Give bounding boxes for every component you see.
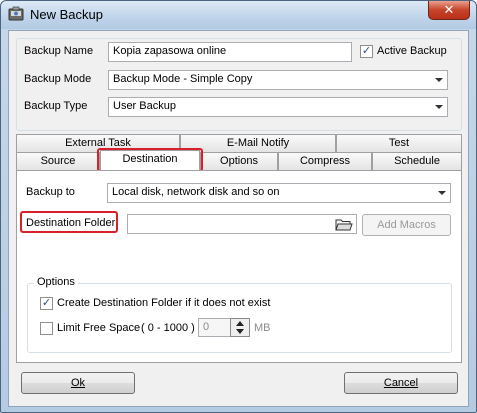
tab-label: Test — [388, 137, 410, 149]
limit-range-label: ( 0 - 1000 ) — [141, 322, 195, 334]
general-settings-group: Backup Name Kopia zapasowa online ✓ Acti… — [16, 38, 462, 131]
backup-name-label: Backup Name — [24, 45, 94, 57]
limit-value: 0 — [203, 321, 210, 333]
add-macros-label: Add Macros — [377, 219, 436, 231]
destination-panel: Backup to Local disk, network disk and s… — [16, 170, 462, 363]
create-folder-checkbox[interactable]: ✓ — [40, 297, 53, 310]
tab-options[interactable]: Options — [200, 152, 278, 170]
window: New Backup ✕ Backup Name Kopia zapasowa … — [0, 0, 477, 413]
close-icon: ✕ — [443, 2, 455, 17]
limit-value-input[interactable]: 0 — [198, 318, 234, 337]
tab-label: E-Mail Notify — [226, 137, 290, 149]
tab-label: Schedule — [394, 155, 440, 167]
tab-compress[interactable]: Compress — [278, 152, 372, 170]
ok-button[interactable]: Ok — [21, 372, 135, 394]
destination-folder-input[interactable] — [127, 214, 357, 234]
tab-source[interactable]: Source — [16, 152, 100, 170]
cancel-button[interactable]: Cancel — [344, 372, 458, 394]
backup-type-value: User Backup — [113, 100, 176, 112]
title-bar[interactable]: New Backup ✕ — [1, 1, 476, 29]
active-backup-label: Active Backup — [377, 45, 447, 57]
backup-to-label: Backup to — [26, 186, 75, 198]
backup-to-value: Local disk, network disk and so on — [112, 186, 280, 198]
backup-name-input[interactable]: Kopia zapasowa online — [108, 42, 352, 62]
active-backup-checkbox[interactable]: ✓ — [360, 45, 373, 58]
dialog-body: Backup Name Kopia zapasowa online ✓ Acti… — [8, 30, 469, 407]
backup-name-value: Kopia zapasowa online — [113, 45, 227, 57]
backup-type-label: Backup Type — [24, 100, 88, 112]
cancel-label: Cancel — [383, 377, 419, 389]
tab-label: Options — [220, 155, 258, 167]
chevron-down-icon — [435, 78, 443, 82]
backup-mode-value: Backup Mode - Simple Copy — [113, 73, 253, 85]
options-group: Options ✓ Create Destination Folder if i… — [27, 276, 452, 353]
options-legend: Options — [34, 276, 78, 288]
tab-label: Source — [40, 155, 76, 167]
folder-open-icon[interactable] — [335, 217, 353, 232]
destination-folder-highlight — [20, 211, 118, 233]
destination-tab-highlight — [97, 148, 203, 172]
tab-schedule[interactable]: Schedule — [372, 152, 462, 170]
tab-test[interactable]: Test — [336, 134, 462, 152]
backup-app-icon — [8, 6, 24, 21]
window-title: New Backup — [30, 7, 103, 22]
create-folder-label: Create Destination Folder if it does not… — [57, 297, 271, 309]
backup-to-select[interactable]: Local disk, network disk and so on — [107, 183, 451, 203]
tab-email-notify[interactable]: E-Mail Notify — [180, 134, 336, 152]
spin-arrows-icon[interactable] — [230, 318, 250, 337]
limit-free-space-checkbox[interactable] — [40, 322, 53, 335]
chevron-down-icon — [435, 105, 443, 109]
tab-label: Compress — [299, 155, 351, 167]
chevron-down-icon — [438, 191, 446, 195]
backup-type-select[interactable]: User Backup — [108, 97, 448, 117]
add-macros-button[interactable]: Add Macros — [362, 214, 451, 236]
ok-label: Ok — [70, 377, 86, 389]
limit-free-space-label: Limit Free Space — [57, 322, 141, 334]
close-button[interactable]: ✕ — [428, 1, 470, 20]
backup-mode-label: Backup Mode — [24, 73, 92, 85]
backup-mode-select[interactable]: Backup Mode - Simple Copy — [108, 70, 448, 90]
limit-unit-label: MB — [254, 322, 271, 334]
